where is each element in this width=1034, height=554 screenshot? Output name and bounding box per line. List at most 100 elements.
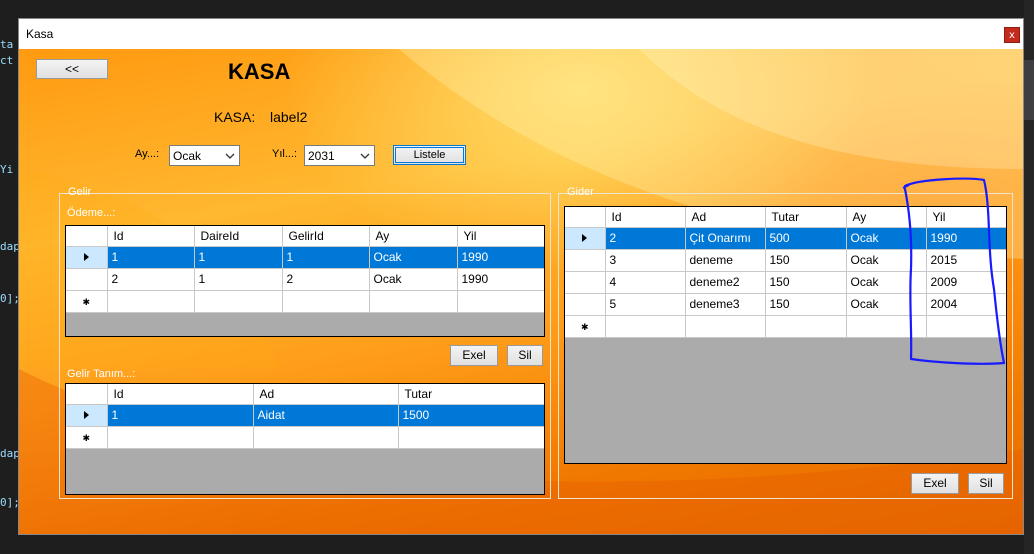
table-cell[interactable]: 1 (282, 246, 370, 269)
column-header[interactable]: Yil (926, 207, 1006, 228)
form-client-area: << KASA KASA: label2 Ay...: Ocak Yıl...:… (19, 49, 1023, 534)
column-header[interactable]: Yil (457, 226, 544, 247)
table-cell[interactable]: Ocak (846, 271, 927, 294)
table-cell[interactable]: Ocak (846, 249, 927, 272)
table-cell[interactable]: Aidat (253, 404, 399, 427)
table-row[interactable]: 4 deneme2 150 Ocak 2009 (565, 271, 1006, 294)
table-cell[interactable]: Çit Onarımı (685, 227, 766, 250)
column-header[interactable]: DaireId (194, 226, 283, 247)
column-header[interactable]: Id (107, 384, 254, 405)
table-cell[interactable]: 2 (107, 268, 195, 291)
title-bar[interactable]: Kasa x (19, 19, 1023, 49)
table-cell[interactable]: 150 (765, 293, 847, 316)
table-cell[interactable] (457, 290, 544, 313)
table-cell[interactable]: deneme2 (685, 271, 766, 294)
back-button[interactable]: << (36, 59, 108, 79)
column-header[interactable]: Ad (253, 384, 399, 405)
table-cell[interactable]: 5 (605, 293, 686, 316)
table-cell[interactable] (765, 315, 847, 338)
table-cell[interactable]: Ocak (369, 268, 458, 291)
table-cell[interactable]: 1 (194, 268, 283, 291)
gelir-tanim-grid[interactable]: Id Ad Tutar 1 Aidat 1500 ✱ (65, 383, 545, 495)
table-cell[interactable]: 1 (107, 404, 254, 427)
row-header[interactable] (565, 249, 606, 272)
gelir-sil-button[interactable]: Sil (507, 345, 543, 366)
table-row[interactable]: 5 deneme3 150 Ocak 2004 (565, 293, 1006, 316)
column-header[interactable]: Id (107, 226, 195, 247)
table-cell[interactable]: Ocak (846, 227, 927, 250)
table-cell[interactable] (253, 426, 399, 449)
table-row[interactable]: 2 1 2 Ocak 1990 (66, 268, 544, 291)
editor-scrollbar[interactable] (1024, 0, 1034, 554)
table-cell[interactable] (107, 290, 195, 313)
gider-sil-button[interactable]: Sil (968, 473, 1004, 494)
row-header[interactable] (66, 246, 108, 269)
row-header[interactable] (66, 268, 108, 291)
row-header[interactable] (565, 271, 606, 294)
column-header[interactable]: Ad (685, 207, 766, 228)
table-cell[interactable]: 1990 (457, 246, 544, 269)
table-cell[interactable]: 4 (605, 271, 686, 294)
table-cell[interactable]: Ocak (846, 293, 927, 316)
table-cell[interactable]: deneme (685, 249, 766, 272)
table-row[interactable]: 1 1 1 Ocak 1990 (66, 246, 544, 269)
column-header[interactable]: Ay (369, 226, 458, 247)
column-header[interactable]: Id (605, 207, 686, 228)
column-header[interactable]: Tutar (765, 207, 847, 228)
table-cell[interactable] (282, 290, 370, 313)
table-cell[interactable]: 2004 (926, 293, 1006, 316)
grid-header-row: Id Ad Tutar (66, 384, 544, 405)
gelir-exel-button[interactable]: Exel (450, 345, 498, 366)
table-cell[interactable]: 1 (107, 246, 195, 269)
gider-grid[interactable]: Id Ad Tutar Ay Yil 2 Çit Onarımı 500 Oca… (564, 206, 1007, 464)
gider-exel-button[interactable]: Exel (911, 473, 959, 494)
table-cell[interactable] (846, 315, 927, 338)
table-cell[interactable]: 2 (605, 227, 686, 250)
column-header[interactable]: Ay (846, 207, 927, 228)
table-cell[interactable] (194, 290, 283, 313)
window-title: Kasa (26, 27, 54, 41)
column-header[interactable]: GelirId (282, 226, 370, 247)
table-cell[interactable] (398, 426, 544, 449)
row-header[interactable] (66, 404, 108, 427)
kasa-value: label2 (270, 109, 308, 125)
table-cell[interactable]: 150 (765, 271, 847, 294)
table-cell[interactable]: 500 (765, 227, 847, 250)
table-cell[interactable]: 2 (282, 268, 370, 291)
row-header[interactable]: ✱ (66, 290, 108, 313)
column-header[interactable]: Tutar (398, 384, 544, 405)
table-cell[interactable]: 2015 (926, 249, 1006, 272)
table-cell[interactable]: 1990 (457, 268, 544, 291)
yil-label: Yıl...: (272, 148, 298, 160)
row-header[interactable] (565, 227, 606, 250)
table-cell[interactable] (605, 315, 686, 338)
code-fragment: 0]; (0, 496, 18, 509)
close-button[interactable]: x (1004, 27, 1020, 43)
table-cell[interactable]: Ocak (369, 246, 458, 269)
table-cell[interactable] (107, 426, 254, 449)
gelir-group-title: Gelir (68, 186, 92, 198)
table-cell[interactable]: 3 (605, 249, 686, 272)
table-cell[interactable] (369, 290, 458, 313)
table-row[interactable]: 3 deneme 150 Ocak 2015 (565, 249, 1006, 272)
table-row[interactable]: 1 Aidat 1500 (66, 404, 544, 427)
row-header[interactable]: ✱ (66, 426, 108, 449)
row-header[interactable]: ✱ (565, 315, 606, 338)
listele-button[interactable]: Listele (393, 145, 466, 165)
ay-combobox[interactable]: Ocak (169, 145, 240, 166)
new-row[interactable]: ✱ (565, 315, 1006, 338)
table-cell[interactable]: deneme3 (685, 293, 766, 316)
table-cell[interactable]: 1500 (398, 404, 544, 427)
table-cell[interactable]: 1 (194, 246, 283, 269)
table-cell[interactable]: 150 (765, 249, 847, 272)
table-cell[interactable]: 2009 (926, 271, 1006, 294)
row-header[interactable] (565, 293, 606, 316)
new-row[interactable]: ✱ (66, 290, 544, 313)
table-cell[interactable] (685, 315, 766, 338)
table-row[interactable]: 2 Çit Onarımı 500 Ocak 1990 (565, 227, 1006, 250)
table-cell[interactable]: 1990 (926, 227, 1006, 250)
odeme-grid[interactable]: Id DaireId GelirId Ay Yil 1 1 1 Ocak 199… (65, 225, 545, 337)
yil-combobox[interactable]: 2031 (304, 145, 375, 166)
table-cell[interactable] (926, 315, 1006, 338)
new-row[interactable]: ✱ (66, 426, 544, 449)
